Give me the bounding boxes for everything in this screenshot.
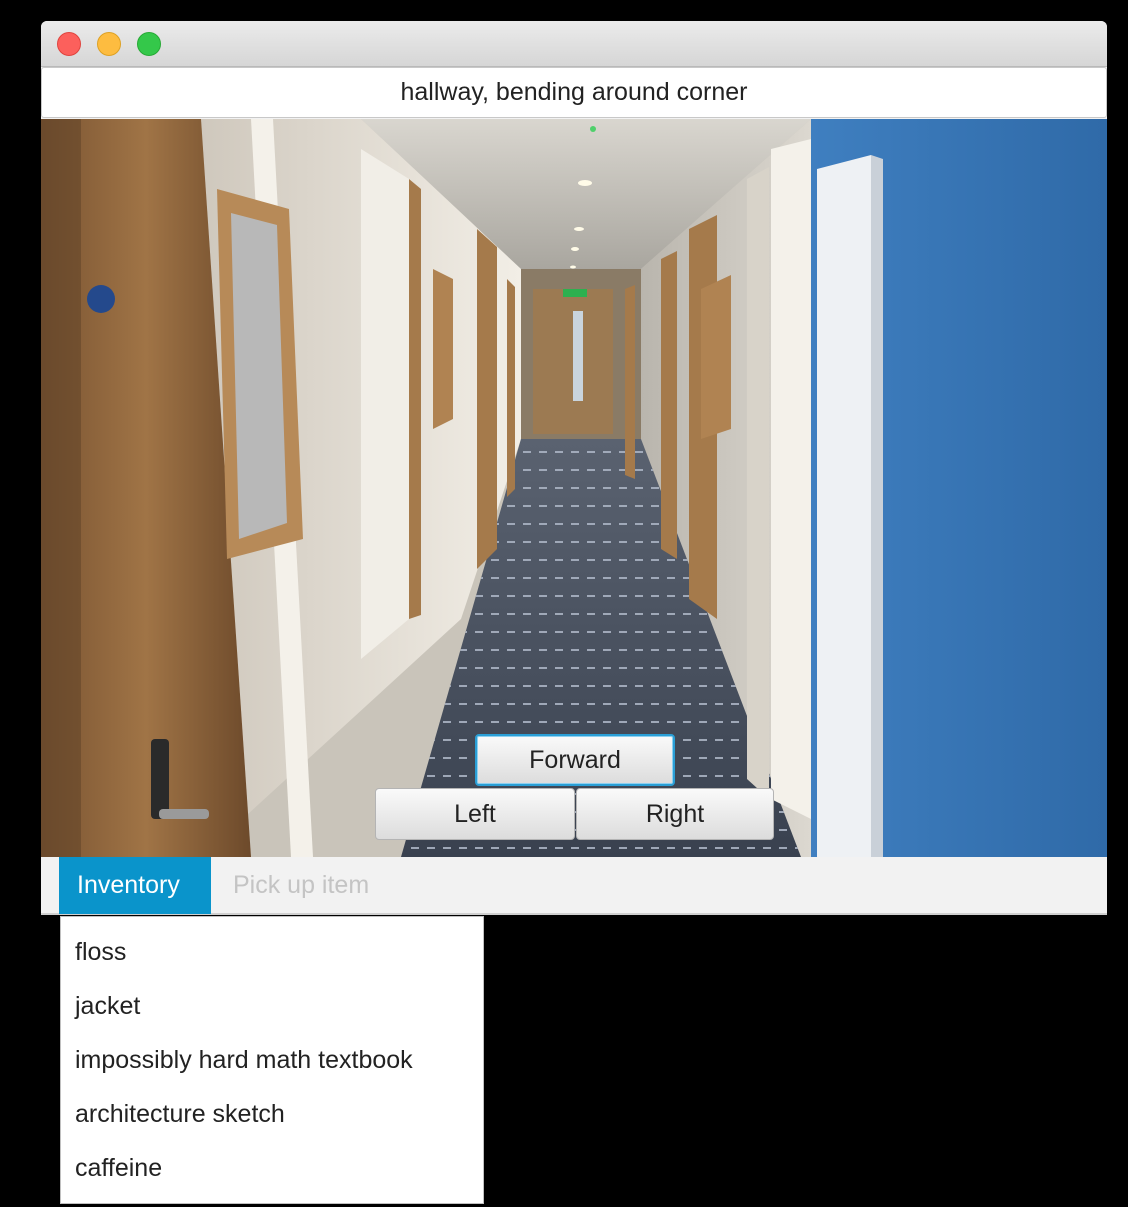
location-label: hallway, bending around corner bbox=[41, 67, 1107, 118]
tab-bar: Inventory Pick up item bbox=[41, 857, 1107, 915]
list-item[interactable]: jacket bbox=[61, 979, 483, 1033]
tab-pick-up-item[interactable]: Pick up item bbox=[215, 857, 387, 914]
list-item[interactable]: floss bbox=[61, 925, 483, 979]
app-window: hallway, bending around corner Forward L… bbox=[41, 21, 1107, 915]
minimize-window-button[interactable] bbox=[97, 32, 121, 56]
inventory-list: floss jacket impossibly hard math textbo… bbox=[60, 916, 484, 1204]
right-button[interactable]: Right bbox=[576, 788, 774, 840]
title-bar[interactable] bbox=[41, 21, 1107, 67]
list-item[interactable]: impossibly hard math textbook bbox=[61, 1033, 483, 1087]
forward-button[interactable]: Forward bbox=[475, 734, 675, 786]
close-window-button[interactable] bbox=[57, 32, 81, 56]
list-item[interactable]: caffeine bbox=[61, 1141, 483, 1195]
left-button[interactable]: Left bbox=[375, 788, 575, 840]
tab-inventory[interactable]: Inventory bbox=[59, 857, 211, 914]
list-item[interactable]: architecture sketch bbox=[61, 1087, 483, 1141]
maximize-window-button[interactable] bbox=[137, 32, 161, 56]
